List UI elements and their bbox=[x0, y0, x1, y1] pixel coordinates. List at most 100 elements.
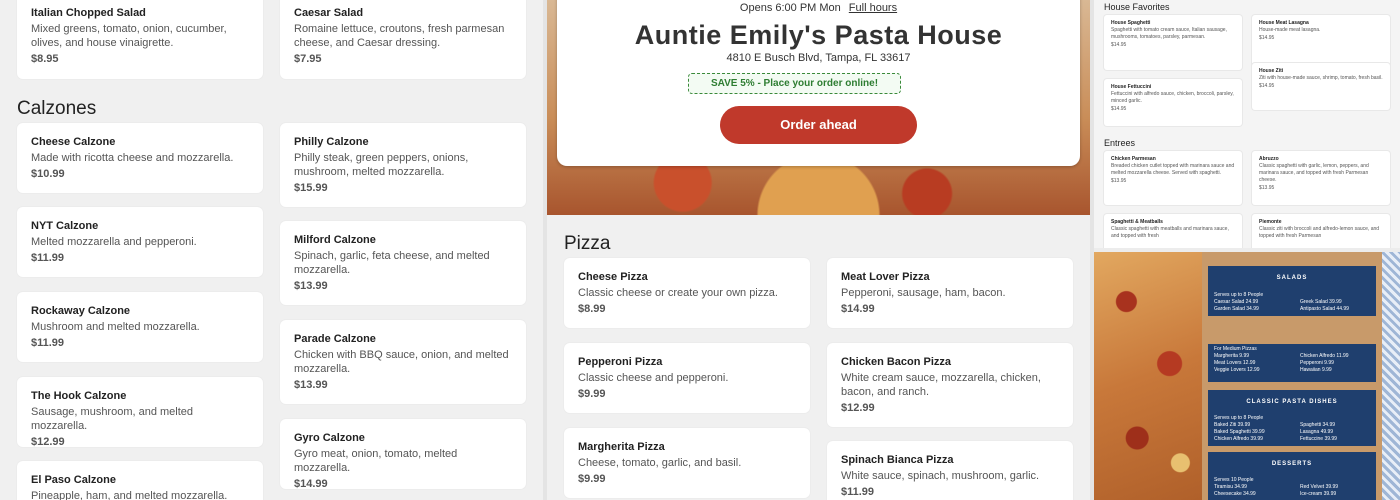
item-desc: Pineapple, ham, and melted mozzarella. bbox=[31, 490, 228, 500]
menu-item-card[interactable]: Margherita Pizza Cheese, tomato, garlic,… bbox=[564, 428, 810, 498]
item-name: Spaghetti & Meatballs bbox=[1111, 219, 1163, 225]
item-name: Philly Calzone bbox=[294, 136, 369, 148]
menu-item-card[interactable]: Parade Calzone Chicken with BBQ sauce, o… bbox=[280, 320, 526, 404]
menu-item-card[interactable]: Milford Calzone Spinach, garlic, feta ch… bbox=[280, 221, 526, 305]
section-title-calzones: Calzones bbox=[17, 98, 97, 119]
menu-item-card[interactable]: Spinach Bianca Pizza White sauce, spinac… bbox=[827, 441, 1073, 500]
item-price: $9.99 bbox=[578, 388, 606, 400]
item-price: $13.95 bbox=[1111, 178, 1127, 184]
item-price: $11.99 bbox=[841, 486, 875, 498]
menu-item-card[interactable]: Rockaway Calzone Mushroom and melted moz… bbox=[17, 292, 263, 362]
menu-item-card: Abruzzo Classic spaghetti with garlic, l… bbox=[1252, 151, 1390, 205]
item-name: Cheese Calzone bbox=[31, 136, 116, 148]
item-desc: Sausage, mushroom, and melted mozzarella… bbox=[31, 406, 194, 432]
item-price: $11.99 bbox=[31, 337, 65, 349]
item-price: $14.95 bbox=[1259, 83, 1275, 89]
menu-item-card[interactable]: Cheese Calzone Made with ricotta cheese … bbox=[17, 123, 263, 193]
item-price: $14.95 bbox=[1259, 35, 1275, 41]
item-name: House Ziti bbox=[1259, 68, 1284, 74]
board-block-desserts: Serves 10 People Tiramisu 34.99 Cheeseca… bbox=[1208, 476, 1376, 500]
item-name: Italian Chopped Salad bbox=[31, 7, 146, 19]
board-row: Cheesecake 34.99 bbox=[1214, 491, 1256, 497]
item-price: $15.99 bbox=[294, 182, 328, 194]
menu-item-card[interactable]: Cheese Pizza Classic cheese or create yo… bbox=[564, 258, 810, 328]
menu-item-card: Spaghetti & Meatballs Classic spaghetti … bbox=[1104, 214, 1242, 248]
item-name: NYT Calzone bbox=[31, 220, 99, 232]
item-desc: Cheese, tomato, garlic, and basil. bbox=[578, 457, 742, 469]
section-title-pizza: Pizza bbox=[564, 233, 611, 254]
order-ahead-button[interactable]: Order ahead bbox=[720, 106, 917, 144]
menu-item-card: House Ziti Ziti with house-made sauce, s… bbox=[1252, 63, 1390, 110]
item-name: Chicken Parmesan bbox=[1111, 156, 1156, 162]
item-name: Abruzzo bbox=[1259, 156, 1279, 162]
board-row: Lasagna 49.99 bbox=[1300, 429, 1334, 435]
menu-preview-thumbnail[interactable]: House Favorites House Spaghetti Spaghett… bbox=[1094, 0, 1400, 248]
board-row: Serves up to 8 People bbox=[1214, 415, 1264, 421]
promo-banner: SAVE 5% - Place your order online! bbox=[688, 73, 901, 94]
section-title-house-favorites: House Favorites bbox=[1104, 2, 1170, 12]
item-price: $14.95 bbox=[1111, 106, 1127, 112]
item-desc: White sauce, spinach, mushroom, garlic. bbox=[841, 470, 1040, 482]
item-name: Chicken Bacon Pizza bbox=[841, 356, 952, 368]
item-name: Rockaway Calzone bbox=[31, 305, 131, 317]
item-name: Caesar Salad bbox=[294, 7, 364, 19]
menu-item-card[interactable]: Italian Chopped Salad Mixed greens, toma… bbox=[17, 0, 263, 79]
item-desc: Gyro meat, onion, tomato, melted mozzare… bbox=[294, 448, 458, 474]
board-row: Garden Salad 34.99 bbox=[1214, 306, 1259, 312]
board-row: Greek Salad 39.99 bbox=[1300, 299, 1342, 305]
item-desc: Ziti with house-made sauce, shrimp, toma… bbox=[1259, 75, 1383, 81]
board-header-desserts: DESSERTS bbox=[1208, 452, 1376, 476]
full-hours-link[interactable]: Full hours bbox=[849, 2, 897, 14]
restaurant-name: Auntie Emily's Pasta House bbox=[634, 20, 1003, 50]
item-price: $14.99 bbox=[841, 303, 875, 315]
menu-item-card[interactable]: Caesar Salad Romaine lettuce, croutons, … bbox=[280, 0, 526, 79]
item-desc: White cream sauce, mozzarella, chicken, … bbox=[841, 372, 1041, 398]
item-name: Gyro Calzone bbox=[294, 432, 365, 444]
item-desc: Mushroom and melted mozzarella. bbox=[31, 321, 200, 333]
item-name: House Spaghetti bbox=[1111, 20, 1151, 26]
menu-item-card: House Spaghetti Spaghetti with tomato cr… bbox=[1104, 15, 1242, 70]
item-desc: Chicken with BBQ sauce, onion, and melte… bbox=[294, 349, 509, 375]
item-desc: Spaghetti with tomato cream sauce, Itali… bbox=[1111, 27, 1227, 40]
menu-board-photo[interactable]: SALADS Serves up to 8 People Caesar Sala… bbox=[1094, 252, 1400, 500]
restaurant-header-card: Opens 6:00 PM Mon Full hours Auntie Emily… bbox=[557, 0, 1080, 166]
item-name: El Paso Calzone bbox=[31, 474, 116, 486]
menu-item-card[interactable]: Gyro Calzone Gyro meat, onion, tomato, m… bbox=[280, 419, 526, 490]
item-desc: Melted mozzarella and pepperoni. bbox=[31, 236, 197, 248]
menu-item-card: House Fettuccini Fettuccini with alfredo… bbox=[1104, 79, 1242, 126]
menu-item-card: House Meat Lasagna House-made meat lasag… bbox=[1252, 15, 1390, 70]
board-row: Spaghetti 34.99 bbox=[1300, 422, 1336, 428]
board-row: Ice-cream 39.99 bbox=[1300, 491, 1337, 497]
board-header-pasta: CLASSIC PASTA DISHES bbox=[1208, 390, 1376, 414]
menu-item-card[interactable]: NYT Calzone Melted mozzarella and pepper… bbox=[17, 207, 263, 277]
item-desc: Romaine lettuce, croutons, fresh parmesa… bbox=[294, 23, 505, 49]
board-block-pizza: For Medium Pizzas Margherita 9.99 Meat L… bbox=[1208, 344, 1376, 382]
menu-item-card[interactable]: Philly Calzone Philly steak, green peppe… bbox=[280, 123, 526, 207]
board-row: Antipasto Salad 44.99 bbox=[1300, 306, 1349, 312]
menu-item-card[interactable]: Meat Lover Pizza Pepperoni, sausage, ham… bbox=[827, 258, 1073, 328]
item-desc: Classic cheese or create your own pizza. bbox=[578, 287, 778, 299]
menu-item-card[interactable]: El Paso Calzone Pineapple, ham, and melt… bbox=[17, 461, 263, 500]
item-desc: Pepperoni, sausage, ham, bacon. bbox=[841, 287, 1006, 299]
item-name: The Hook Calzone bbox=[31, 390, 127, 402]
menu-column-center: Opens 6:00 PM Mon Full hours Auntie Emily… bbox=[547, 0, 1090, 500]
item-desc: Fettuccini with alfredo sauce, chicken, … bbox=[1111, 91, 1234, 104]
menu-item-card[interactable]: Chicken Bacon Pizza White cream sauce, m… bbox=[827, 343, 1073, 427]
item-price: $8.95 bbox=[31, 53, 59, 65]
board-row: Serves 10 People bbox=[1214, 477, 1254, 483]
item-name: Spinach Bianca Pizza bbox=[841, 454, 954, 466]
board-row: Chicken Alfredo 11.99 bbox=[1300, 353, 1349, 359]
item-price: $8.99 bbox=[578, 303, 606, 315]
menu-column-right: House Favorites House Spaghetti Spaghett… bbox=[1094, 0, 1400, 500]
item-price: $13.99 bbox=[294, 280, 328, 292]
board-row: Baked Spaghetti 39.99 bbox=[1214, 429, 1265, 435]
board-row: Serves up to 8 People bbox=[1214, 292, 1264, 298]
item-desc: Classic spaghetti with meatballs and mar… bbox=[1111, 226, 1229, 239]
board-row: Fettuccine 39.99 bbox=[1300, 436, 1337, 442]
item-price: $12.99 bbox=[31, 436, 65, 448]
board-row: For Medium Pizzas bbox=[1214, 346, 1257, 352]
menu-item-card: Piemonte Classic ziti with broccoli and … bbox=[1252, 214, 1390, 248]
menu-item-card[interactable]: The Hook Calzone Sausage, mushroom, and … bbox=[17, 377, 263, 448]
menu-item-card[interactable]: Pepperoni Pizza Classic cheese and peppe… bbox=[564, 343, 810, 413]
item-desc: Classic spaghetti with garlic, lemon, pe… bbox=[1259, 163, 1369, 183]
